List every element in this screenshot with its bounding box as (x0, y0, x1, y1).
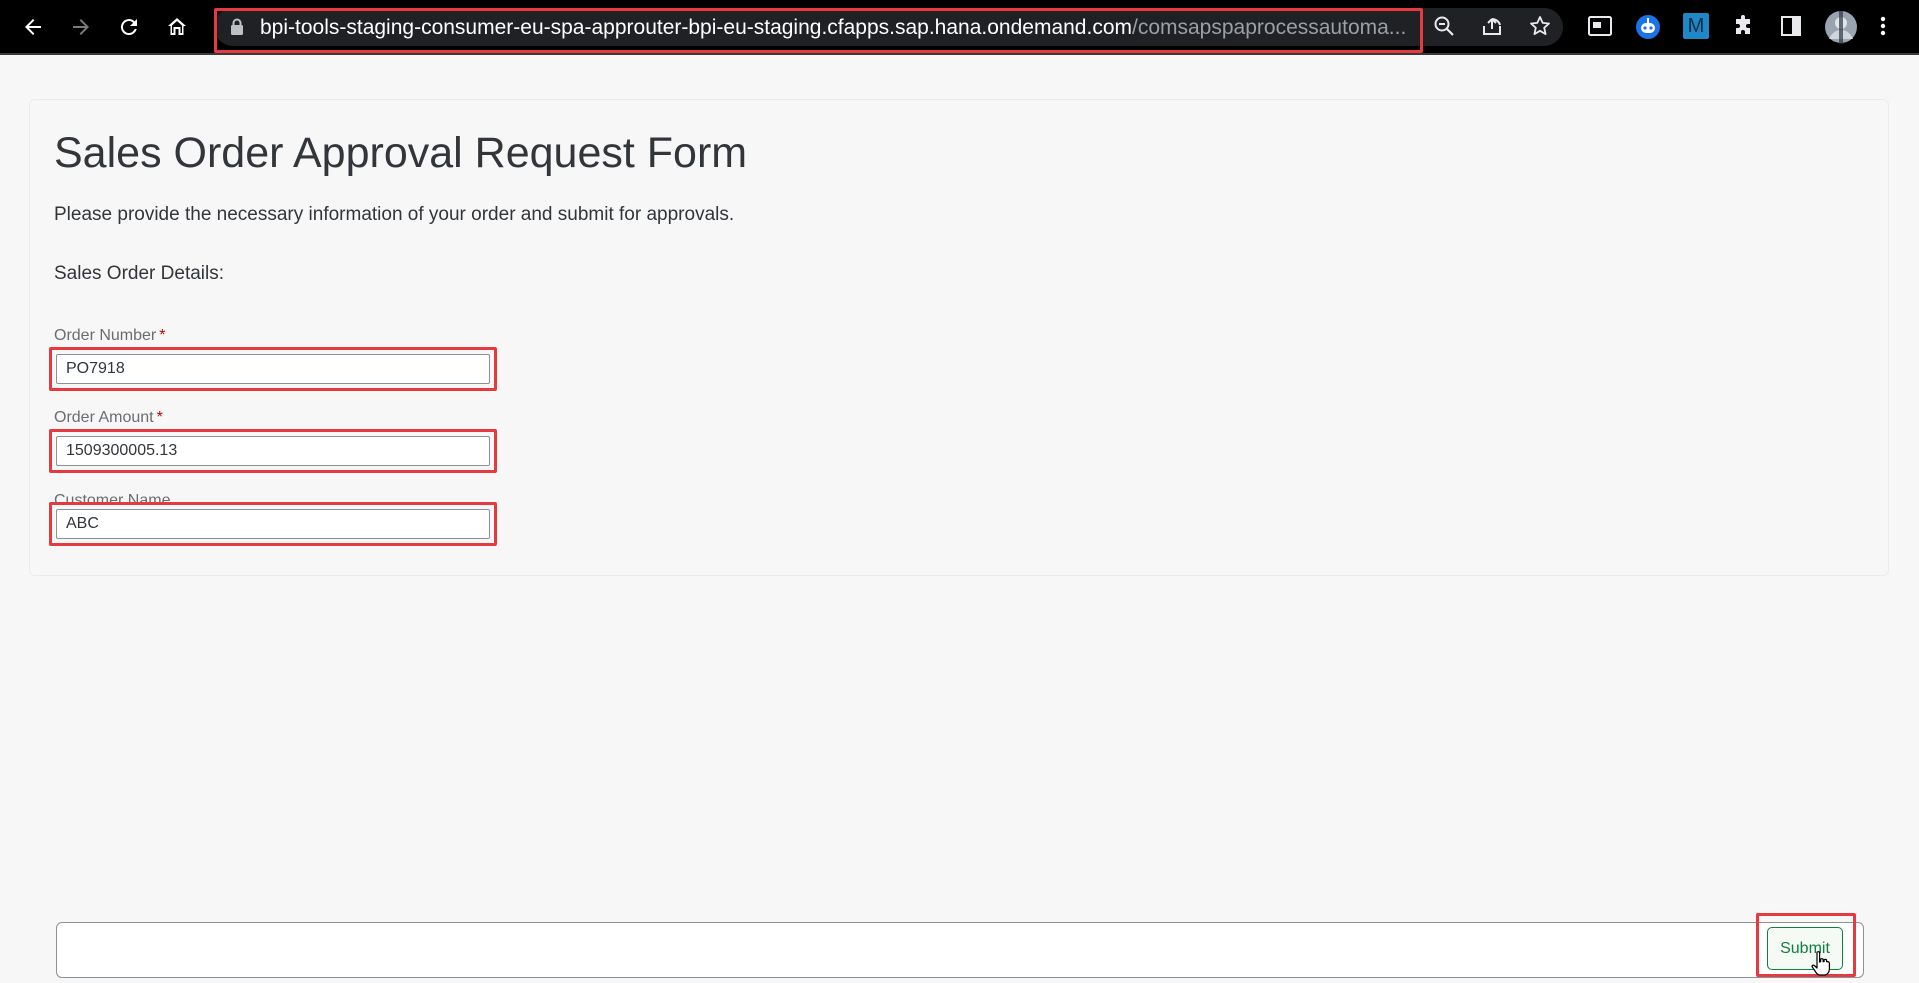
order-amount-label-text: Order Amount (54, 409, 154, 426)
order-amount-label: Order Amount * (54, 408, 163, 428)
browser-toolbar: bpi-tools-staging-consumer-eu-spa-approu… (0, 0, 1919, 55)
puzzle-extensions-icon[interactable] (1732, 14, 1756, 43)
form-description: Please provide the necessary information… (54, 204, 735, 225)
profile-avatar[interactable] (1824, 10, 1858, 49)
lock-icon[interactable] (230, 18, 244, 41)
reload-button[interactable] (110, 8, 148, 46)
forward-button[interactable] (62, 8, 100, 46)
m-extension-icon[interactable]: M (1683, 13, 1709, 39)
tab-search-icon[interactable] (1587, 14, 1613, 43)
m-extension-label: M (1687, 15, 1705, 37)
url-path: /comsapspaprocessautoma... (1132, 16, 1407, 39)
zoom-icon[interactable] (1432, 14, 1456, 43)
hand-cursor-icon (1810, 950, 1832, 983)
address-bar-url[interactable]: bpi-tools-staging-consumer-eu-spa-approu… (260, 15, 1410, 41)
order-number-input[interactable]: PO7918 (56, 354, 490, 384)
footer-bar (56, 922, 1864, 978)
order-number-label-text: Order Number (54, 327, 157, 344)
side-panel-icon[interactable] (1779, 14, 1803, 43)
url-host: bpi-tools-staging-consumer-eu-spa-approu… (260, 16, 1132, 39)
share-icon[interactable] (1480, 14, 1504, 43)
robot-extension-icon[interactable] (1635, 14, 1661, 45)
page-title: Sales Order Approval Request Form (54, 129, 748, 177)
required-asterisk: * (159, 327, 166, 344)
order-number-label: Order Number * (54, 326, 165, 346)
reload-icon (120, 19, 137, 36)
required-asterisk: * (156, 409, 163, 426)
bookmark-star-icon[interactable] (1528, 14, 1552, 43)
back-icon (25, 19, 41, 35)
home-button[interactable] (158, 8, 196, 46)
order-number-highlight: PO7918 (49, 347, 497, 391)
section-heading: Sales Order Details: (54, 263, 225, 284)
forward-icon (73, 19, 89, 35)
customer-name-input[interactable]: ABC (56, 509, 490, 539)
back-button[interactable] (14, 8, 52, 46)
customer-name-highlight: ABC (49, 502, 497, 546)
menu-kebab-icon[interactable] (1877, 14, 1889, 43)
order-amount-input[interactable]: 1509300005.13 (56, 436, 490, 466)
order-amount-highlight: 1509300005.13 (49, 429, 497, 473)
home-icon (168, 18, 186, 35)
